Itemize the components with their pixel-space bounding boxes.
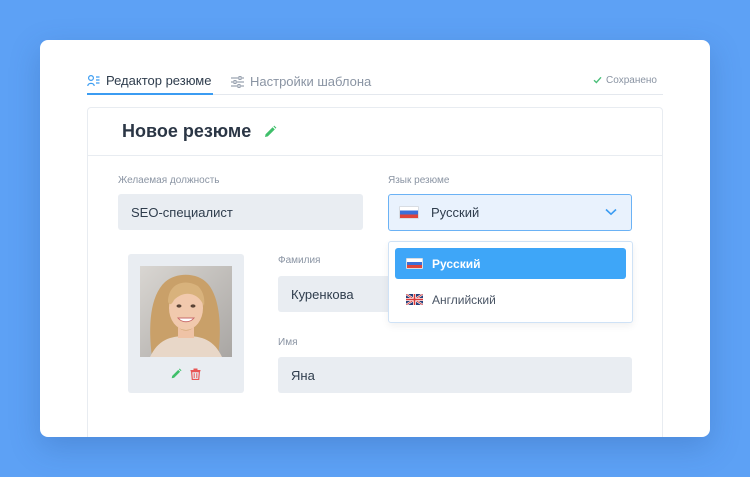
pencil-icon — [265, 125, 277, 137]
position-label: Желаемая должность — [118, 175, 220, 186]
tab-template-settings-label: Настройки шаблона — [250, 74, 372, 89]
language-select[interactable]: Русский — [388, 194, 632, 231]
photo-actions — [170, 367, 201, 385]
first-name-value: Яна — [291, 367, 315, 383]
russia-flag-icon — [406, 258, 423, 269]
saved-status-label: Сохранено — [606, 74, 657, 86]
check-icon — [593, 76, 602, 84]
pencil-icon — [171, 368, 182, 379]
language-dropdown: Русский Английский — [388, 241, 633, 323]
first-name-input[interactable]: Яна — [278, 357, 632, 393]
language-option-russian[interactable]: Русский — [395, 248, 626, 279]
language-option-english-label: Английский — [432, 292, 496, 307]
resume-editor-card: Редактор резюме Настройки шаблона Сохран… — [40, 40, 710, 437]
avatar-photo — [140, 266, 232, 357]
language-label: Язык резюме — [388, 175, 450, 186]
first-name-label: Имя — [278, 337, 298, 348]
language-option-english[interactable]: Английский — [395, 284, 626, 315]
chevron-down-icon — [605, 208, 617, 216]
resume-title: Новое резюме — [122, 121, 252, 141]
tab-bar: Редактор резюме Настройки шаблона Сохран… — [87, 68, 663, 95]
panel-header: Новое резюме — [88, 108, 662, 156]
russia-flag-icon — [399, 206, 419, 219]
tab-resume-editor-label: Редактор резюме — [106, 73, 212, 88]
portrait-image — [140, 266, 232, 357]
delete-photo-button[interactable] — [190, 367, 201, 385]
user-list-icon — [87, 74, 100, 87]
language-option-russian-label: Русский — [432, 256, 481, 271]
position-value: SEO-специалист — [131, 204, 233, 220]
sliders-icon — [231, 75, 244, 88]
language-select-value: Русский — [431, 205, 480, 220]
tab-resume-editor[interactable]: Редактор резюме — [87, 68, 213, 95]
trash-icon — [190, 368, 201, 381]
uk-flag-icon — [406, 294, 423, 305]
edit-photo-button[interactable] — [170, 367, 182, 385]
position-input[interactable]: SEO-специалист — [118, 194, 363, 230]
tab-template-settings[interactable]: Настройки шаблона — [231, 68, 377, 95]
edit-title-button[interactable] — [263, 125, 277, 139]
saved-status: Сохранено — [593, 68, 657, 92]
resume-panel: Новое резюме Желаемая должность SEO-спец… — [87, 107, 663, 437]
photo-upload-box — [128, 254, 244, 393]
last-name-label: Фамилия — [278, 255, 321, 266]
last-name-value: Куренкова — [291, 286, 354, 302]
